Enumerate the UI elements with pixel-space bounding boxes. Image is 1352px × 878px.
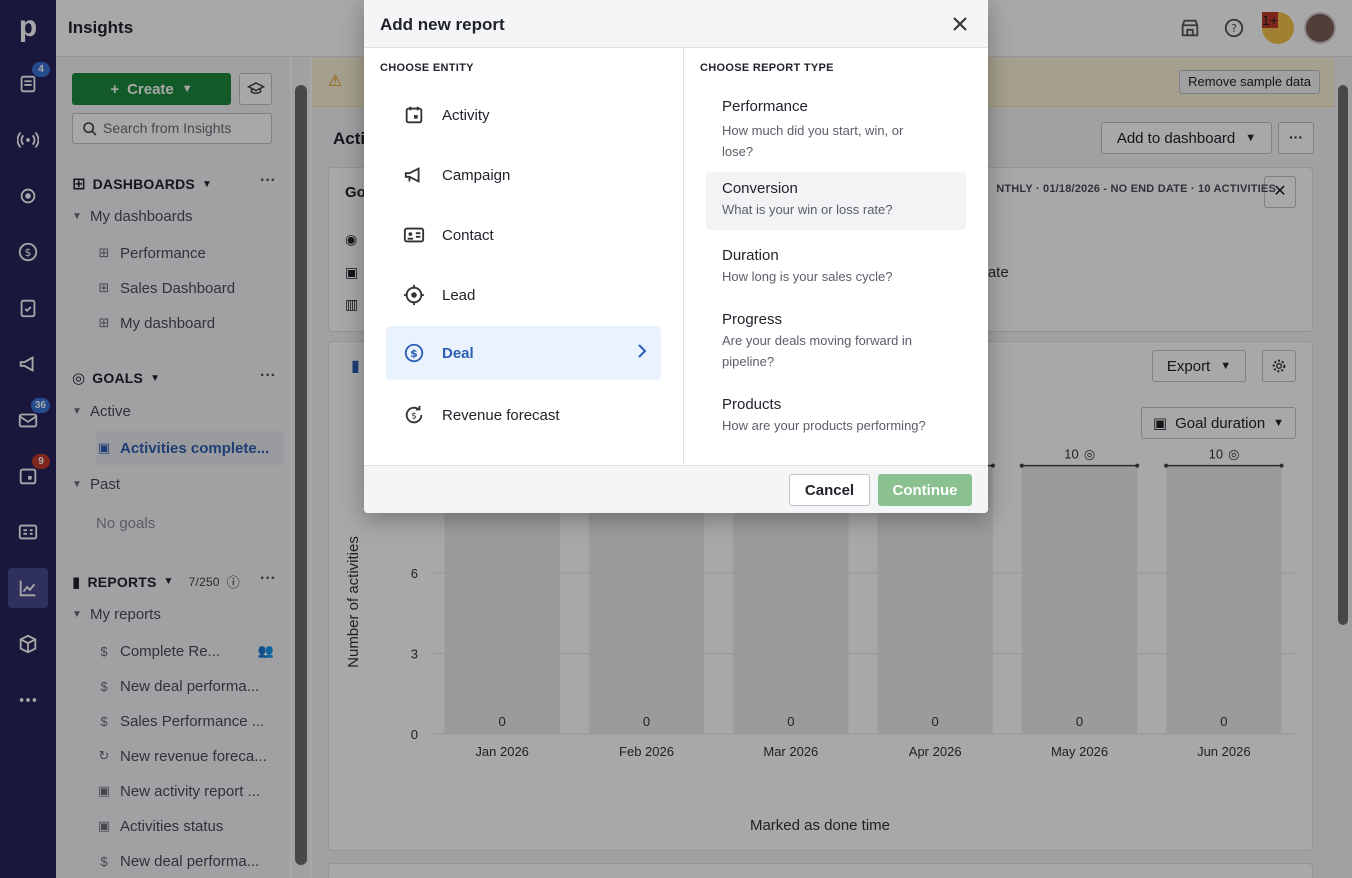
entity-contact[interactable]: Contact xyxy=(386,208,661,262)
report-type-conversion[interactable]: Conversion What is your win or loss rate… xyxy=(706,172,966,230)
add-report-modal: Add new report CHOOSE ENTITY CHOOSE REPO… xyxy=(364,0,988,513)
entity-campaign[interactable]: Campaign xyxy=(386,148,661,202)
cancel-button[interactable]: Cancel xyxy=(789,474,870,506)
megaphone-icon xyxy=(402,163,426,187)
report-type-performance[interactable]: Performance How much did you start, win,… xyxy=(706,90,966,170)
report-type-progress[interactable]: Progress Are your deals moving forward i… xyxy=(706,303,966,380)
svg-text:$: $ xyxy=(410,347,418,360)
continue-button[interactable]: Continue xyxy=(878,474,972,506)
entity-deal[interactable]: $ Deal xyxy=(386,326,661,380)
svg-text:$: $ xyxy=(411,411,417,422)
modal-title: Add new report xyxy=(380,15,505,34)
chevron-right-icon xyxy=(637,343,647,363)
entity-revenue-forecast[interactable]: $ Revenue forecast xyxy=(386,388,661,442)
dollar-icon: $ xyxy=(402,341,426,365)
modal-footer: Cancel Continue xyxy=(364,465,988,513)
report-type-duration[interactable]: Duration How long is your sales cycle? xyxy=(706,239,966,295)
report-type-products[interactable]: Products How are your products performin… xyxy=(706,388,966,444)
target-icon xyxy=(402,283,426,307)
calendar-icon xyxy=(402,103,426,127)
entity-lead[interactable]: Lead xyxy=(386,268,661,322)
modal-header: Add new report xyxy=(364,0,988,48)
column-divider xyxy=(683,48,684,465)
entity-activity[interactable]: Activity xyxy=(386,88,661,142)
close-icon[interactable] xyxy=(948,12,972,36)
revenue-forecast-icon: $ xyxy=(402,403,426,427)
choose-entity-heading: CHOOSE ENTITY xyxy=(380,62,474,74)
contact-card-icon xyxy=(402,223,426,247)
choose-report-type-heading: CHOOSE REPORT TYPE xyxy=(700,62,834,74)
